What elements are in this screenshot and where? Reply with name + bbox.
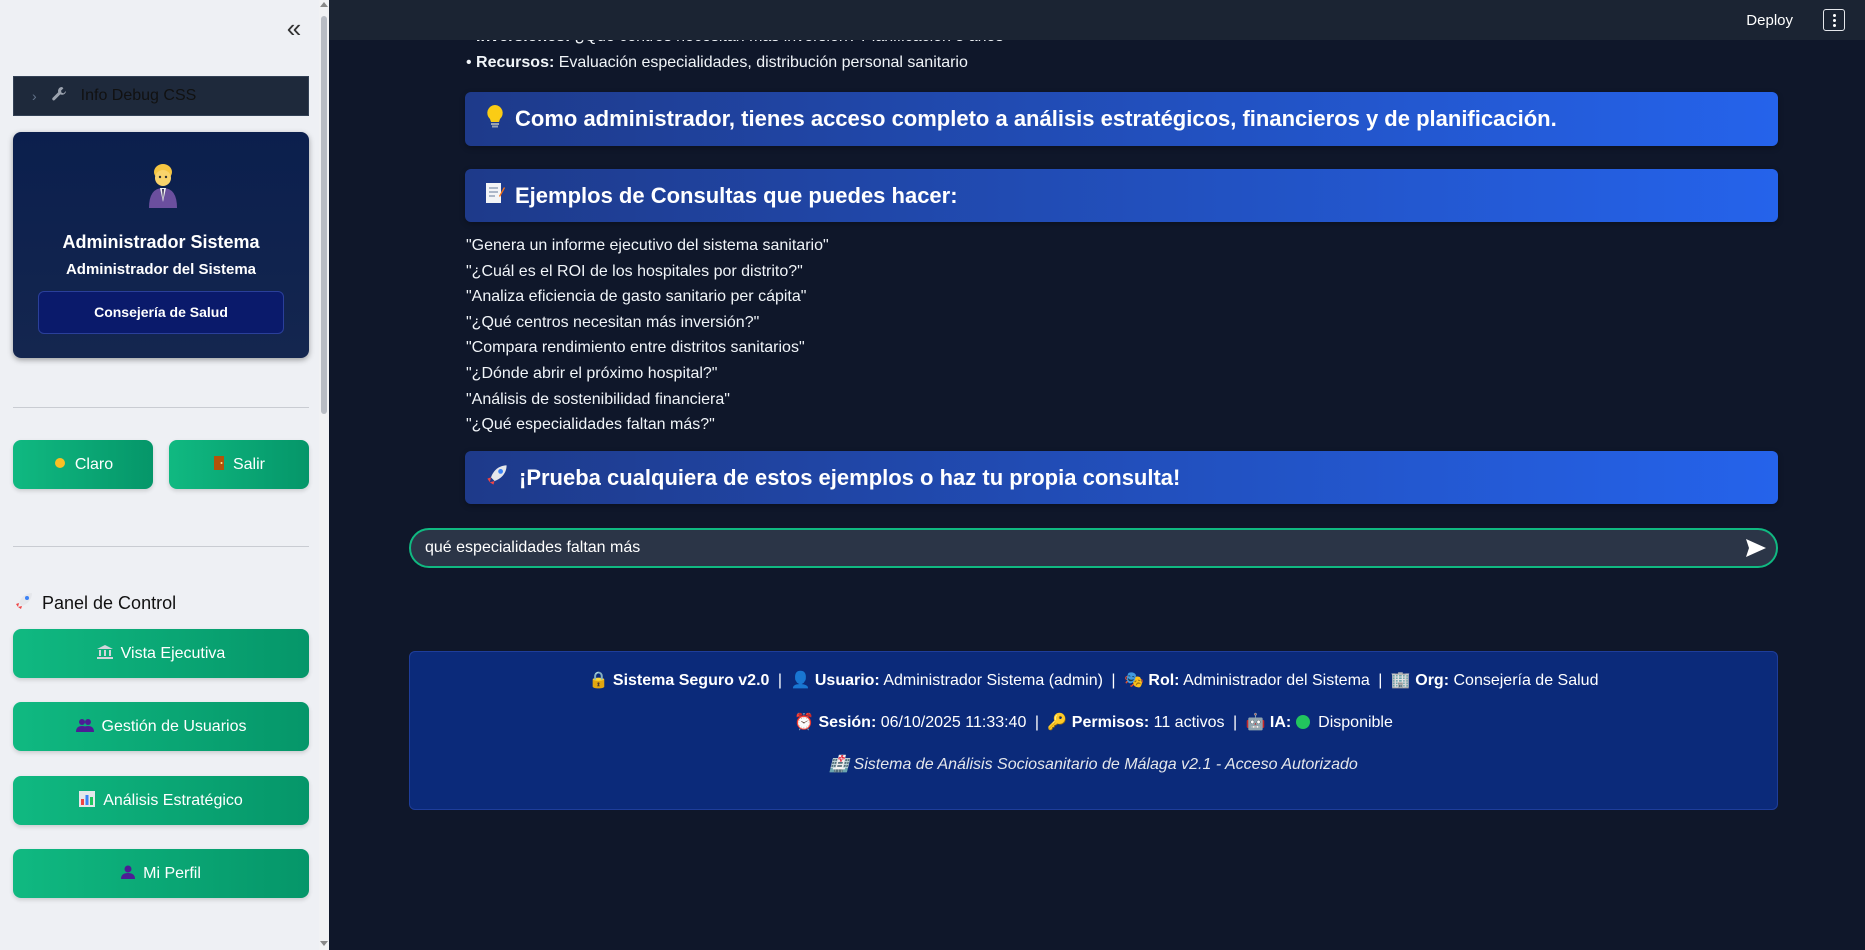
key-icon: 🔑: [1047, 714, 1068, 731]
org-value: Consejería de Salud: [1453, 672, 1599, 689]
admin-banner-text: Como administrador, tienes acceso comple…: [515, 106, 1557, 131]
door-icon: [213, 455, 225, 474]
collapse-sidebar-button[interactable]: «: [282, 15, 306, 44]
rocket-icon: [14, 591, 34, 616]
permissions-value: 11 activos: [1153, 714, 1225, 731]
ai-value: Disponible: [1318, 714, 1393, 731]
user-label: Usuario:: [814, 672, 880, 689]
theater-masks-icon: 🎭: [1124, 672, 1144, 689]
ai-label: IA:: [1269, 714, 1292, 731]
scroll-down-arrow[interactable]: [320, 941, 328, 946]
nav-label: Gestión de Usuarios: [101, 717, 247, 735]
chat-input-container: [409, 528, 1778, 568]
robot-icon: 🤖: [1245, 714, 1266, 731]
alarm-clock-icon: ⏰: [794, 714, 815, 731]
panel-title: Panel de Control: [14, 591, 176, 616]
office-building-icon: 🏢: [1390, 672, 1411, 689]
profile-role: Administrador del Sistema: [65, 261, 257, 278]
status-dot-icon: [1295, 715, 1310, 729]
examples-list: "Genera un informe ejecutivo del sistema…: [466, 233, 829, 438]
send-icon: [1746, 539, 1766, 557]
theme-light-label: Claro: [74, 455, 114, 473]
try-banner-text: ¡Prueba cualquiera de estos ejemplos o h…: [519, 464, 1181, 490]
example-query: "Compara rendimiento entre distritos san…: [466, 339, 805, 357]
main-content: • Inversiones: ¿Qué centros necesitan má…: [329, 28, 1865, 950]
theme-light-button[interactable]: Claro: [13, 440, 153, 489]
debug-expander[interactable]: › Info Debug CSS: [13, 76, 309, 116]
session-value: 06/10/2025 11:33:40: [880, 714, 1027, 731]
example-query: "Análisis de sostenibilidad financiera": [466, 390, 730, 408]
tagline-text: Sistema de Análisis Sociosanitario de Má…: [853, 756, 1358, 773]
role-value: Administrador del Sistema: [1183, 672, 1370, 689]
panel-title-label: Panel de Control: [42, 593, 177, 613]
sun-icon: [53, 456, 67, 473]
nav-vista-ejecutiva-button[interactable]: Vista Ejecutiva: [13, 629, 309, 678]
org-label: Org:: [1415, 672, 1450, 689]
scroll-up-arrow[interactable]: [320, 2, 328, 7]
system-version: Sistema Seguro v2.0: [612, 672, 770, 689]
debug-label: Info Debug CSS: [80, 87, 197, 104]
examples-banner-text: Ejemplos de Consultas que puedes hacer:: [515, 182, 958, 208]
try-examples-banner: ¡Prueba cualquiera de estos ejemplos o h…: [465, 451, 1778, 504]
nav-mi-perfil-button[interactable]: Mi Perfil: [13, 849, 309, 898]
example-query: "Genera un informe ejecutivo del sistema…: [466, 237, 829, 254]
example-query: "¿Qué centros necesitan más inversión?": [466, 313, 760, 331]
logout-label: Salir: [232, 455, 265, 473]
recursos-text: Evaluación especialidades, distribución …: [558, 54, 968, 71]
divider: [13, 407, 309, 408]
recursos-label: Recursos:: [476, 54, 555, 71]
sidebar-scrollbar[interactable]: [319, 0, 329, 950]
top-bar: Deploy: [329, 0, 1865, 40]
memo-icon: [485, 182, 505, 210]
user-icon: [121, 865, 136, 882]
chat-input[interactable]: [425, 539, 1736, 557]
user-value: Administrador Sistema (admin): [883, 672, 1103, 689]
role-label: Rol:: [1148, 672, 1180, 689]
session-label: Sesión:: [818, 714, 877, 731]
footer-row-identity: 🔒 Sistema Seguro v2.0 | 👤 Usuario: Admin…: [588, 672, 1599, 689]
example-query: "¿Cuál es el ROI de los hospitales por d…: [466, 262, 803, 280]
examples-banner: Ejemplos de Consultas que puedes hacer:: [465, 169, 1778, 222]
system-info-footer: 🔒 Sistema Seguro v2.0 | 👤 Usuario: Admin…: [409, 651, 1778, 810]
nav-gestion-usuarios-button[interactable]: Gestión de Usuarios: [13, 702, 309, 751]
scroll-thumb[interactable]: [321, 16, 327, 414]
send-button[interactable]: [1736, 530, 1776, 566]
example-query: "Analiza eficiencia de gasto sanitario p…: [466, 288, 807, 306]
chevron-right-icon: ›: [32, 88, 37, 104]
nav-label: Mi Perfil: [143, 864, 201, 882]
nav-analisis-estrategico-button[interactable]: Análisis Estratégico: [13, 776, 309, 825]
admin-access-banner: Como administrador, tienes acceso comple…: [465, 92, 1778, 146]
bar-chart-icon: [79, 791, 96, 810]
wrench-icon: [51, 86, 67, 107]
profile-name: Administrador Sistema: [62, 232, 260, 252]
example-query: "¿Qué especialidades faltan más?": [466, 416, 715, 434]
office-worker-icon: [143, 162, 183, 208]
more-options-icon[interactable]: [1823, 9, 1845, 31]
footer-row-session: ⏰ Sesión: 06/10/2025 11:33:40 | 🔑 Permis…: [794, 714, 1393, 731]
user-icon: 👤: [790, 672, 811, 689]
nav-label: Vista Ejecutiva: [120, 644, 226, 662]
rocket-icon: [485, 463, 509, 493]
nav-label: Análisis Estratégico: [103, 791, 243, 809]
example-query: "¿Dónde abrir el próximo hospital?": [466, 364, 718, 382]
bank-icon: [96, 645, 113, 662]
logout-button[interactable]: Salir: [169, 440, 309, 489]
profile-org-badge: Consejería de Salud: [38, 291, 284, 334]
hospital-icon: 🏥: [829, 756, 850, 773]
recursos-line: • Recursos: Evaluación especialidades, d…: [466, 54, 968, 71]
users-icon: [75, 718, 94, 735]
profile-card: Administrador Sistema Administrador del …: [13, 132, 309, 358]
permissions-label: Permisos:: [1071, 714, 1150, 731]
deploy-button[interactable]: Deploy: [1746, 12, 1793, 29]
sidebar: « › Info Debug CSS Administrador Sistema…: [0, 0, 329, 950]
lock-icon: 🔒: [588, 672, 609, 689]
light-bulb-icon: [485, 104, 505, 134]
footer-tagline: 🏥 Sistema de Análisis Sociosanitario de …: [410, 754, 1777, 774]
divider: [13, 546, 309, 547]
